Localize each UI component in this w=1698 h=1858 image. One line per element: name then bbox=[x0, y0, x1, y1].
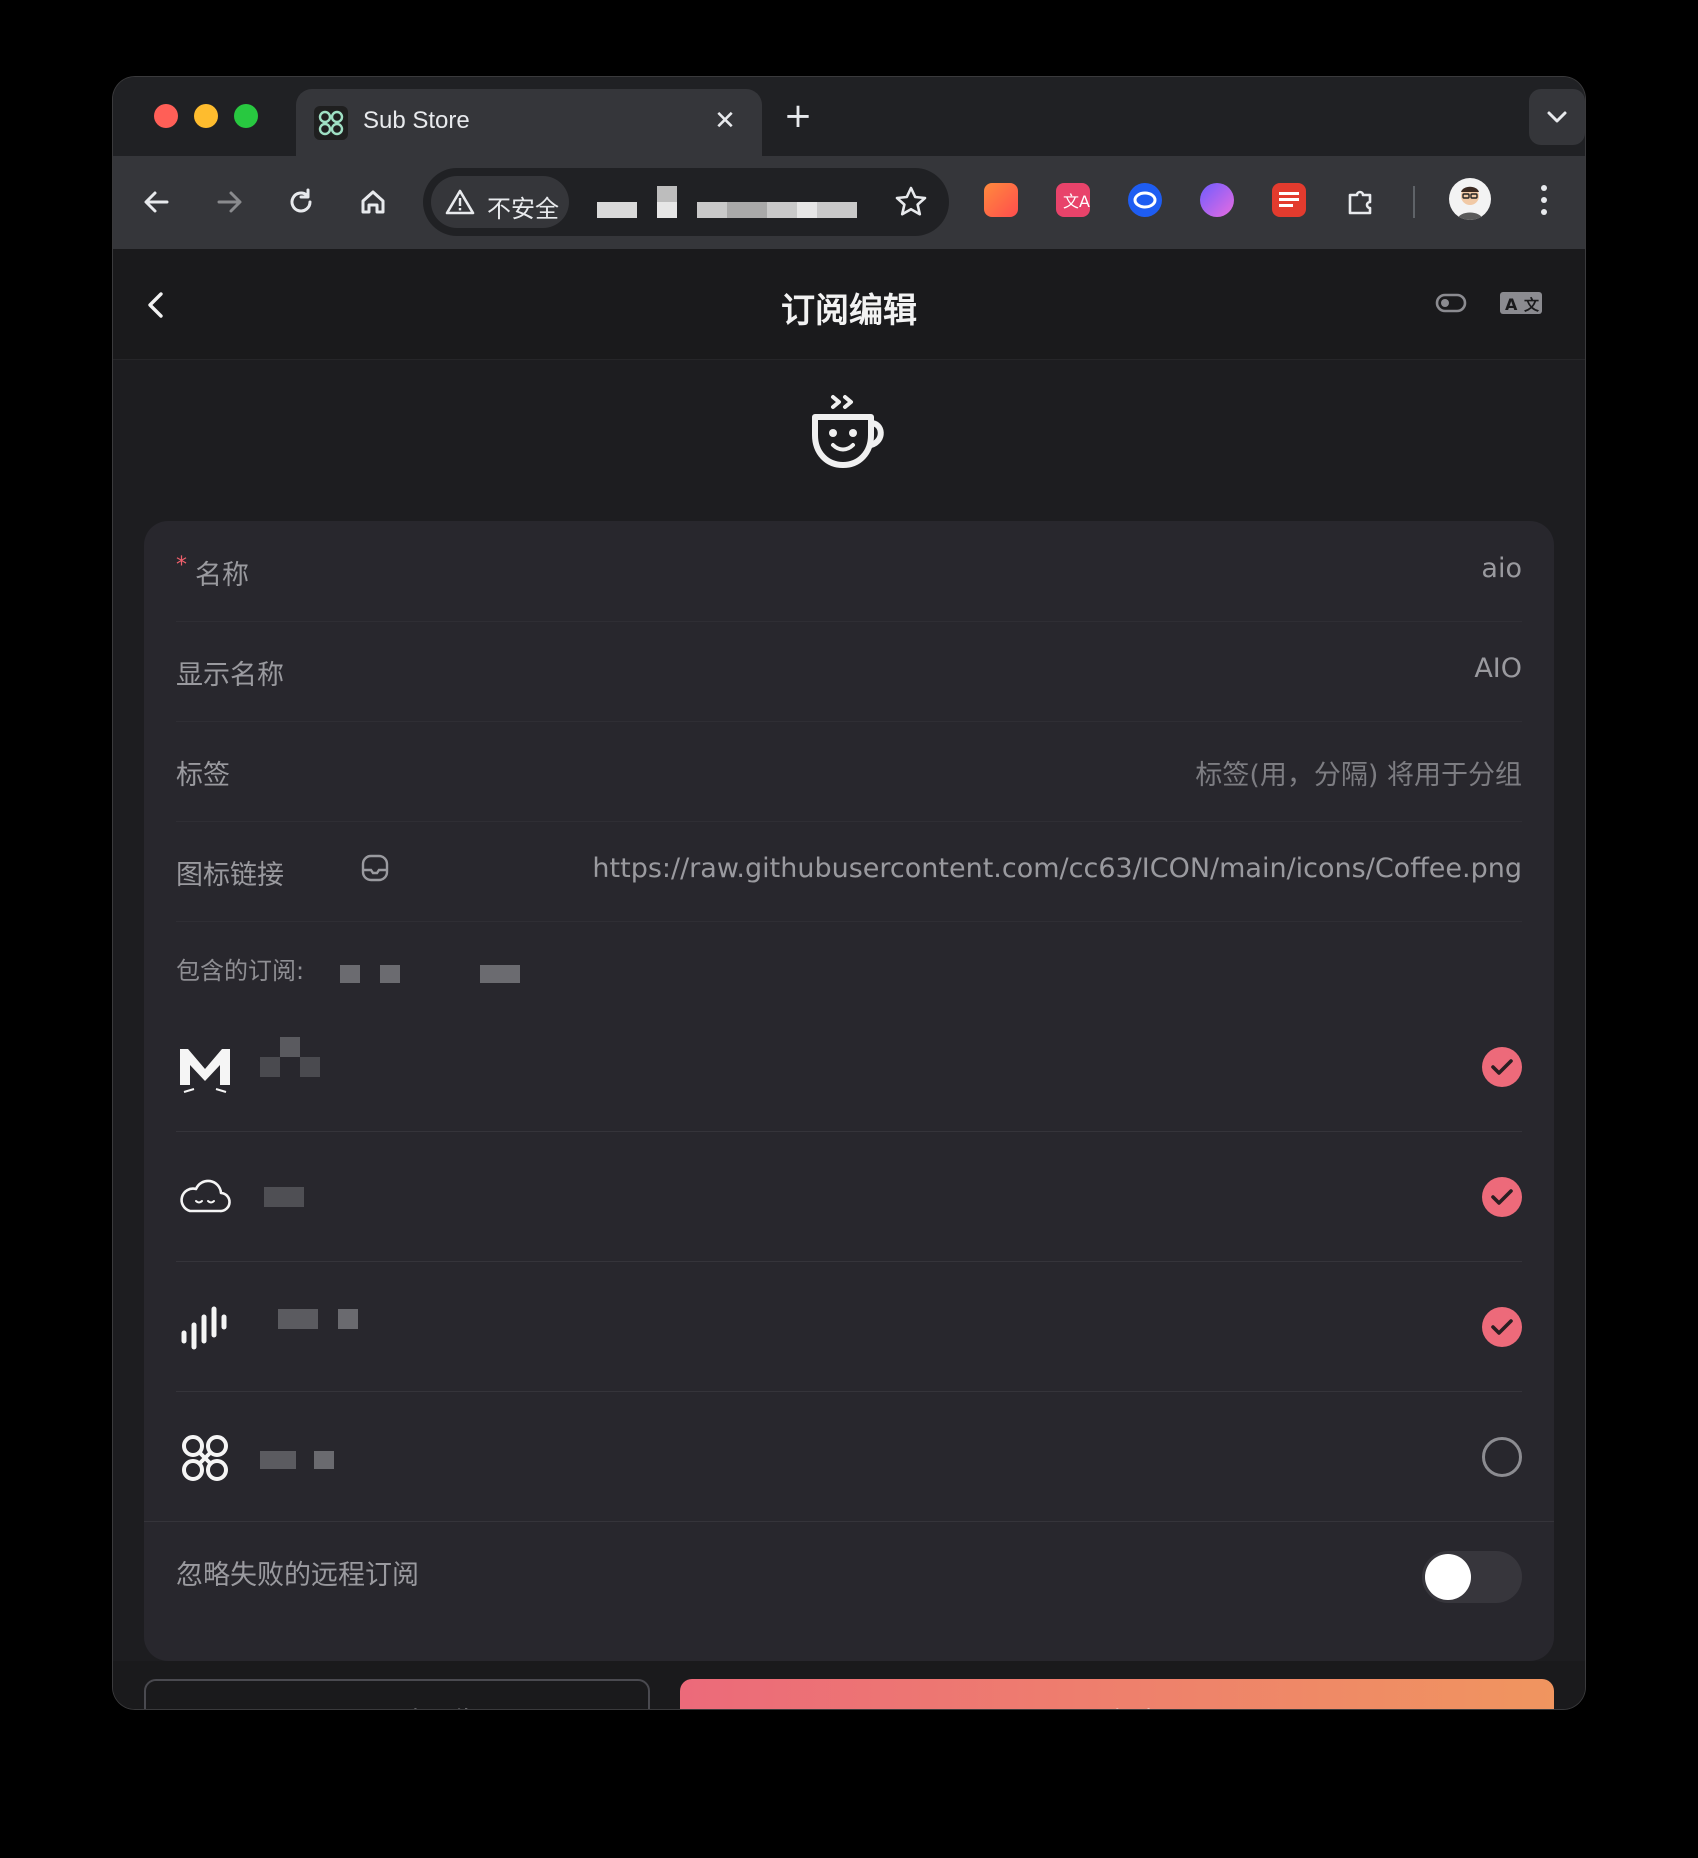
app-header: 订阅编辑 A 文 bbox=[113, 249, 1585, 360]
browser-toolbar: 不安全 文A bbox=[113, 156, 1585, 250]
ignore-failed-label: 忽略失败的远程订阅 bbox=[176, 1560, 419, 1591]
action-footer: 即时预览 保存 bbox=[113, 1661, 1585, 1709]
subscription-checkbox-checked[interactable] bbox=[1482, 1047, 1522, 1087]
blue-ring-ext-icon[interactable] bbox=[1128, 183, 1162, 217]
security-chip[interactable]: 不安全 bbox=[431, 176, 569, 228]
tab-close-icon[interactable]: ✕ bbox=[708, 104, 742, 138]
new-tab-icon[interactable]: + bbox=[778, 96, 818, 136]
page-title: 订阅编辑 bbox=[781, 291, 917, 331]
icon-url-label: 图标链接 bbox=[176, 860, 284, 891]
display-name-row[interactable]: 显示名称 AIO bbox=[176, 621, 1522, 722]
address-bar[interactable]: 不安全 bbox=[423, 168, 949, 236]
purple-shell-ext-icon[interactable] bbox=[1200, 183, 1234, 217]
subscription-checkbox-checked[interactable] bbox=[1482, 1307, 1522, 1347]
display-name-label: 显示名称 bbox=[176, 660, 284, 691]
language-toggle-icon[interactable]: A 文 bbox=[1499, 289, 1543, 321]
title-bar: Sub Store ✕ + bbox=[113, 77, 1585, 156]
app-content: 订阅编辑 A 文 * 名称 aio 显示名称 AIO 标签 标签(用，分隔) 将… bbox=[113, 249, 1585, 1709]
tags-label: 标签 bbox=[176, 760, 230, 791]
theme-toggle-icon[interactable] bbox=[1435, 289, 1467, 321]
tags-input[interactable]: 标签(用，分隔) 将用于分组 bbox=[1195, 753, 1522, 792]
redacted-text bbox=[314, 1451, 334, 1469]
minimize-window-button[interactable] bbox=[194, 104, 218, 128]
home-button[interactable] bbox=[349, 178, 397, 226]
floppy-disk-icon bbox=[1069, 1708, 1095, 1709]
reload-button[interactable] bbox=[277, 178, 325, 226]
required-marker: * bbox=[176, 553, 187, 578]
subscription-item[interactable] bbox=[176, 1131, 1522, 1262]
redacted-text bbox=[380, 965, 400, 983]
close-window-button[interactable] bbox=[154, 104, 178, 128]
svg-text:A: A bbox=[1505, 295, 1518, 314]
tab-search-button[interactable] bbox=[1529, 89, 1585, 145]
icon-url-row[interactable]: 图标链接 https://raw.githubusercontent.com/c… bbox=[176, 821, 1522, 922]
tags-row[interactable]: 标签 标签(用，分隔) 将用于分组 bbox=[176, 721, 1522, 822]
subscription-item[interactable] bbox=[176, 1391, 1522, 1521]
svg-text:文A: 文A bbox=[1063, 192, 1090, 211]
translate-ext-icon[interactable]: 文A bbox=[1056, 183, 1090, 217]
cloud-icon bbox=[176, 1169, 234, 1227]
name-row[interactable]: * 名称 aio bbox=[176, 521, 1522, 622]
redacted-text bbox=[260, 1057, 280, 1077]
redacted-text bbox=[260, 1451, 296, 1469]
cat-m-icon bbox=[176, 1039, 234, 1097]
redacted-text bbox=[300, 1057, 320, 1077]
check-icon bbox=[1491, 1319, 1513, 1335]
sound-bars-icon bbox=[176, 1299, 234, 1357]
red-orange-ext-icon[interactable] bbox=[984, 183, 1018, 217]
knot-favicon-icon bbox=[314, 106, 348, 140]
redacted-text bbox=[480, 965, 520, 983]
arrow-right-icon bbox=[217, 191, 242, 213]
more-menu-icon[interactable] bbox=[1539, 182, 1549, 218]
redacted-text bbox=[340, 965, 360, 983]
warning-icon bbox=[445, 189, 475, 215]
subscription-checkbox-unchecked[interactable] bbox=[1482, 1437, 1522, 1477]
red-list-ext-icon[interactable] bbox=[1272, 183, 1306, 217]
redacted-text bbox=[264, 1187, 304, 1207]
display-name-input[interactable]: AIO bbox=[1474, 653, 1522, 684]
svg-text:文: 文 bbox=[1524, 296, 1540, 314]
back-nav-button[interactable] bbox=[133, 178, 181, 226]
save-button[interactable]: 保存 bbox=[680, 1679, 1554, 1709]
check-icon bbox=[1491, 1059, 1513, 1075]
browser-window: Sub Store ✕ + 不安全 文A 订阅编辑 A 文 * 名称 aio 显… bbox=[113, 77, 1585, 1709]
redacted-text bbox=[280, 1037, 300, 1057]
subscription-item[interactable] bbox=[176, 1001, 1522, 1132]
bookmark-star-button[interactable] bbox=[893, 184, 929, 220]
icon-url-input[interactable]: https://raw.githubusercontent.com/cc63/I… bbox=[592, 853, 1522, 884]
redacted-text bbox=[278, 1309, 318, 1329]
preview-button[interactable]: 即时预览 bbox=[144, 1679, 650, 1709]
home-icon bbox=[361, 190, 385, 214]
tab-title: Sub Store bbox=[363, 107, 470, 134]
profile-avatar[interactable] bbox=[1449, 178, 1491, 220]
ignore-failed-row: 忽略失败的远程订阅 bbox=[176, 1521, 1522, 1621]
name-input[interactable]: aio bbox=[1481, 553, 1522, 584]
subscription-checkbox-checked[interactable] bbox=[1482, 1177, 1522, 1217]
ignore-failed-switch[interactable] bbox=[1422, 1551, 1522, 1603]
name-label: * 名称 bbox=[176, 553, 249, 591]
subscription-item[interactable] bbox=[176, 1261, 1522, 1392]
arrow-left-icon bbox=[144, 191, 169, 213]
forward-nav-button[interactable] bbox=[205, 178, 253, 226]
chevron-down-icon bbox=[1547, 111, 1567, 123]
switch-knob bbox=[1425, 1554, 1471, 1600]
toolbar-divider bbox=[1413, 186, 1415, 218]
redacted-text bbox=[338, 1309, 358, 1329]
coffee-cup-icon bbox=[803, 387, 893, 477]
security-label: 不安全 bbox=[487, 195, 559, 223]
included-subscriptions-label: 包含的订阅: bbox=[176, 957, 305, 985]
preview-label: 即时预览 bbox=[365, 1701, 477, 1709]
puzzle-extensions-icon[interactable] bbox=[1344, 183, 1378, 217]
reload-icon bbox=[290, 188, 312, 213]
star-icon bbox=[895, 186, 927, 216]
icon-picker-icon[interactable] bbox=[360, 853, 390, 887]
url-text-redacted bbox=[597, 186, 857, 220]
check-icon bbox=[1491, 1189, 1513, 1205]
subscription-form: * 名称 aio 显示名称 AIO 标签 标签(用，分隔) 将用于分组 图标链接 … bbox=[144, 521, 1554, 1661]
knot-icon bbox=[176, 1429, 234, 1487]
save-label: 保存 bbox=[1109, 1701, 1165, 1709]
tab-sub-store[interactable]: Sub Store ✕ bbox=[296, 89, 762, 156]
zoom-window-button[interactable] bbox=[234, 104, 258, 128]
